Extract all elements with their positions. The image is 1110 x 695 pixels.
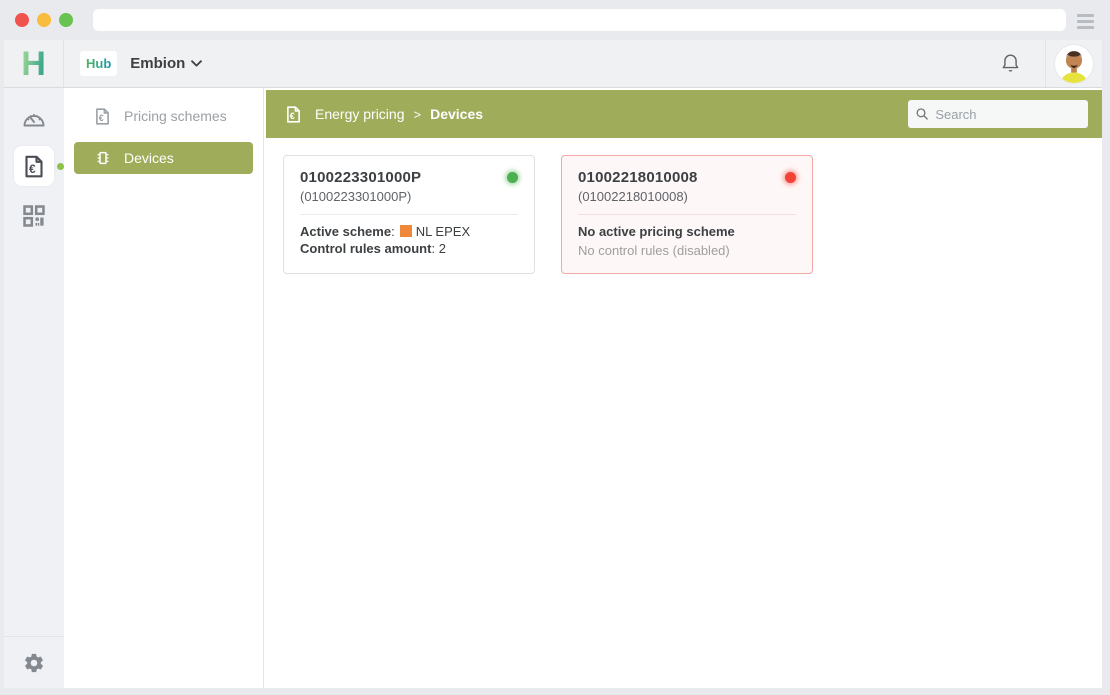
workspace-selector[interactable]: Embion — [130, 55, 202, 72]
sidebar-item-pricing-schemes[interactable]: € Pricing schemes — [64, 100, 263, 132]
svg-text:€: € — [290, 111, 295, 121]
chevron-down-icon — [191, 60, 202, 67]
settings-rail-item[interactable] — [4, 636, 64, 688]
icon-rail: € — [4, 88, 64, 688]
avatar-image-icon — [1055, 45, 1093, 83]
breadcrumb-separator: > — [414, 107, 422, 122]
sidebar: € Pricing schemes Devices — [64, 88, 264, 688]
device-title: 0100223301000P — [300, 169, 421, 186]
search-input[interactable] — [935, 107, 1080, 122]
device-subtitle: (0100223301000P) — [300, 189, 518, 204]
workspace-name: Embion — [130, 55, 185, 72]
active-scheme-value: NL EPEX — [416, 224, 470, 239]
breadcrumb-energy-pricing[interactable]: Energy pricing — [315, 106, 405, 122]
sidebar-item-devices[interactable]: Devices — [74, 142, 253, 174]
sidebar-item-label: Pricing schemes — [124, 108, 227, 124]
gear-icon — [23, 652, 45, 674]
card-divider — [300, 214, 518, 215]
hub-badge-label: Hub — [86, 56, 111, 71]
app-header: H Hub Embion — [4, 40, 1102, 88]
search-box — [908, 100, 1088, 128]
device-cards: 0100223301000P (0100223301000P) Active s… — [264, 138, 1102, 294]
breadcrumb-devices: Devices — [430, 106, 483, 122]
app-body: € — [4, 88, 1102, 688]
browser-menu-icon[interactable] — [1077, 14, 1094, 32]
device-card-alert[interactable]: 01002218010008 (01002218010008) No activ… — [561, 155, 813, 274]
device-title: 01002218010008 — [578, 169, 698, 186]
device-subtitle: (01002218010008) — [578, 189, 796, 204]
status-online-icon — [507, 172, 518, 183]
sidebar-item-label: Devices — [124, 150, 174, 166]
app-logo[interactable]: H — [4, 40, 64, 87]
card-divider — [578, 214, 796, 215]
url-bar[interactable] — [93, 9, 1066, 31]
window-controls — [15, 13, 73, 27]
user-avatar[interactable] — [1055, 45, 1093, 83]
bell-icon — [1000, 52, 1021, 75]
active-section-indicator — [57, 163, 64, 170]
active-scheme-row: Active scheme:NL EPEX — [300, 223, 518, 240]
control-rules-value: 2 — [439, 241, 446, 256]
control-rules-label: Control rules amount — [300, 241, 431, 256]
dashboard-gauge-icon[interactable] — [20, 104, 48, 132]
browser-chrome — [0, 0, 1110, 40]
control-rules-row: Control rules amount: 2 — [300, 240, 518, 257]
close-window-button[interactable] — [15, 13, 29, 27]
hub-badge[interactable]: Hub — [80, 51, 117, 76]
chip-icon — [95, 150, 111, 166]
no-rules-text: No control rules (disabled) — [578, 242, 796, 259]
active-scheme-label: Active scheme — [300, 224, 391, 239]
avatar-cell — [1045, 40, 1102, 87]
main-content: € Energy pricing > Devices — [264, 88, 1102, 688]
no-scheme-text: No active pricing scheme — [578, 224, 735, 239]
minimize-window-button[interactable] — [37, 13, 51, 27]
energy-pricing-rail-item[interactable]: € — [14, 146, 54, 186]
device-card-online[interactable]: 0100223301000P (0100223301000P) Active s… — [283, 155, 535, 274]
document-euro-icon: € — [24, 155, 44, 178]
document-euro-icon: € — [286, 106, 301, 123]
breadcrumb: € Energy pricing > Devices — [286, 106, 483, 123]
scheme-color-swatch — [400, 225, 412, 237]
search-icon — [916, 107, 928, 121]
zoom-window-button[interactable] — [59, 13, 73, 27]
svg-text:€: € — [99, 113, 104, 123]
app-window: H Hub Embion — [4, 40, 1102, 688]
document-euro-icon: € — [95, 108, 110, 125]
svg-text:€: € — [29, 161, 36, 175]
status-offline-icon — [785, 172, 796, 183]
apps-grid-icon[interactable] — [20, 202, 48, 230]
breadcrumb-bar: € Energy pricing > Devices — [266, 90, 1102, 138]
logo-h-icon: H — [21, 47, 46, 81]
notifications-button[interactable] — [976, 52, 1045, 75]
